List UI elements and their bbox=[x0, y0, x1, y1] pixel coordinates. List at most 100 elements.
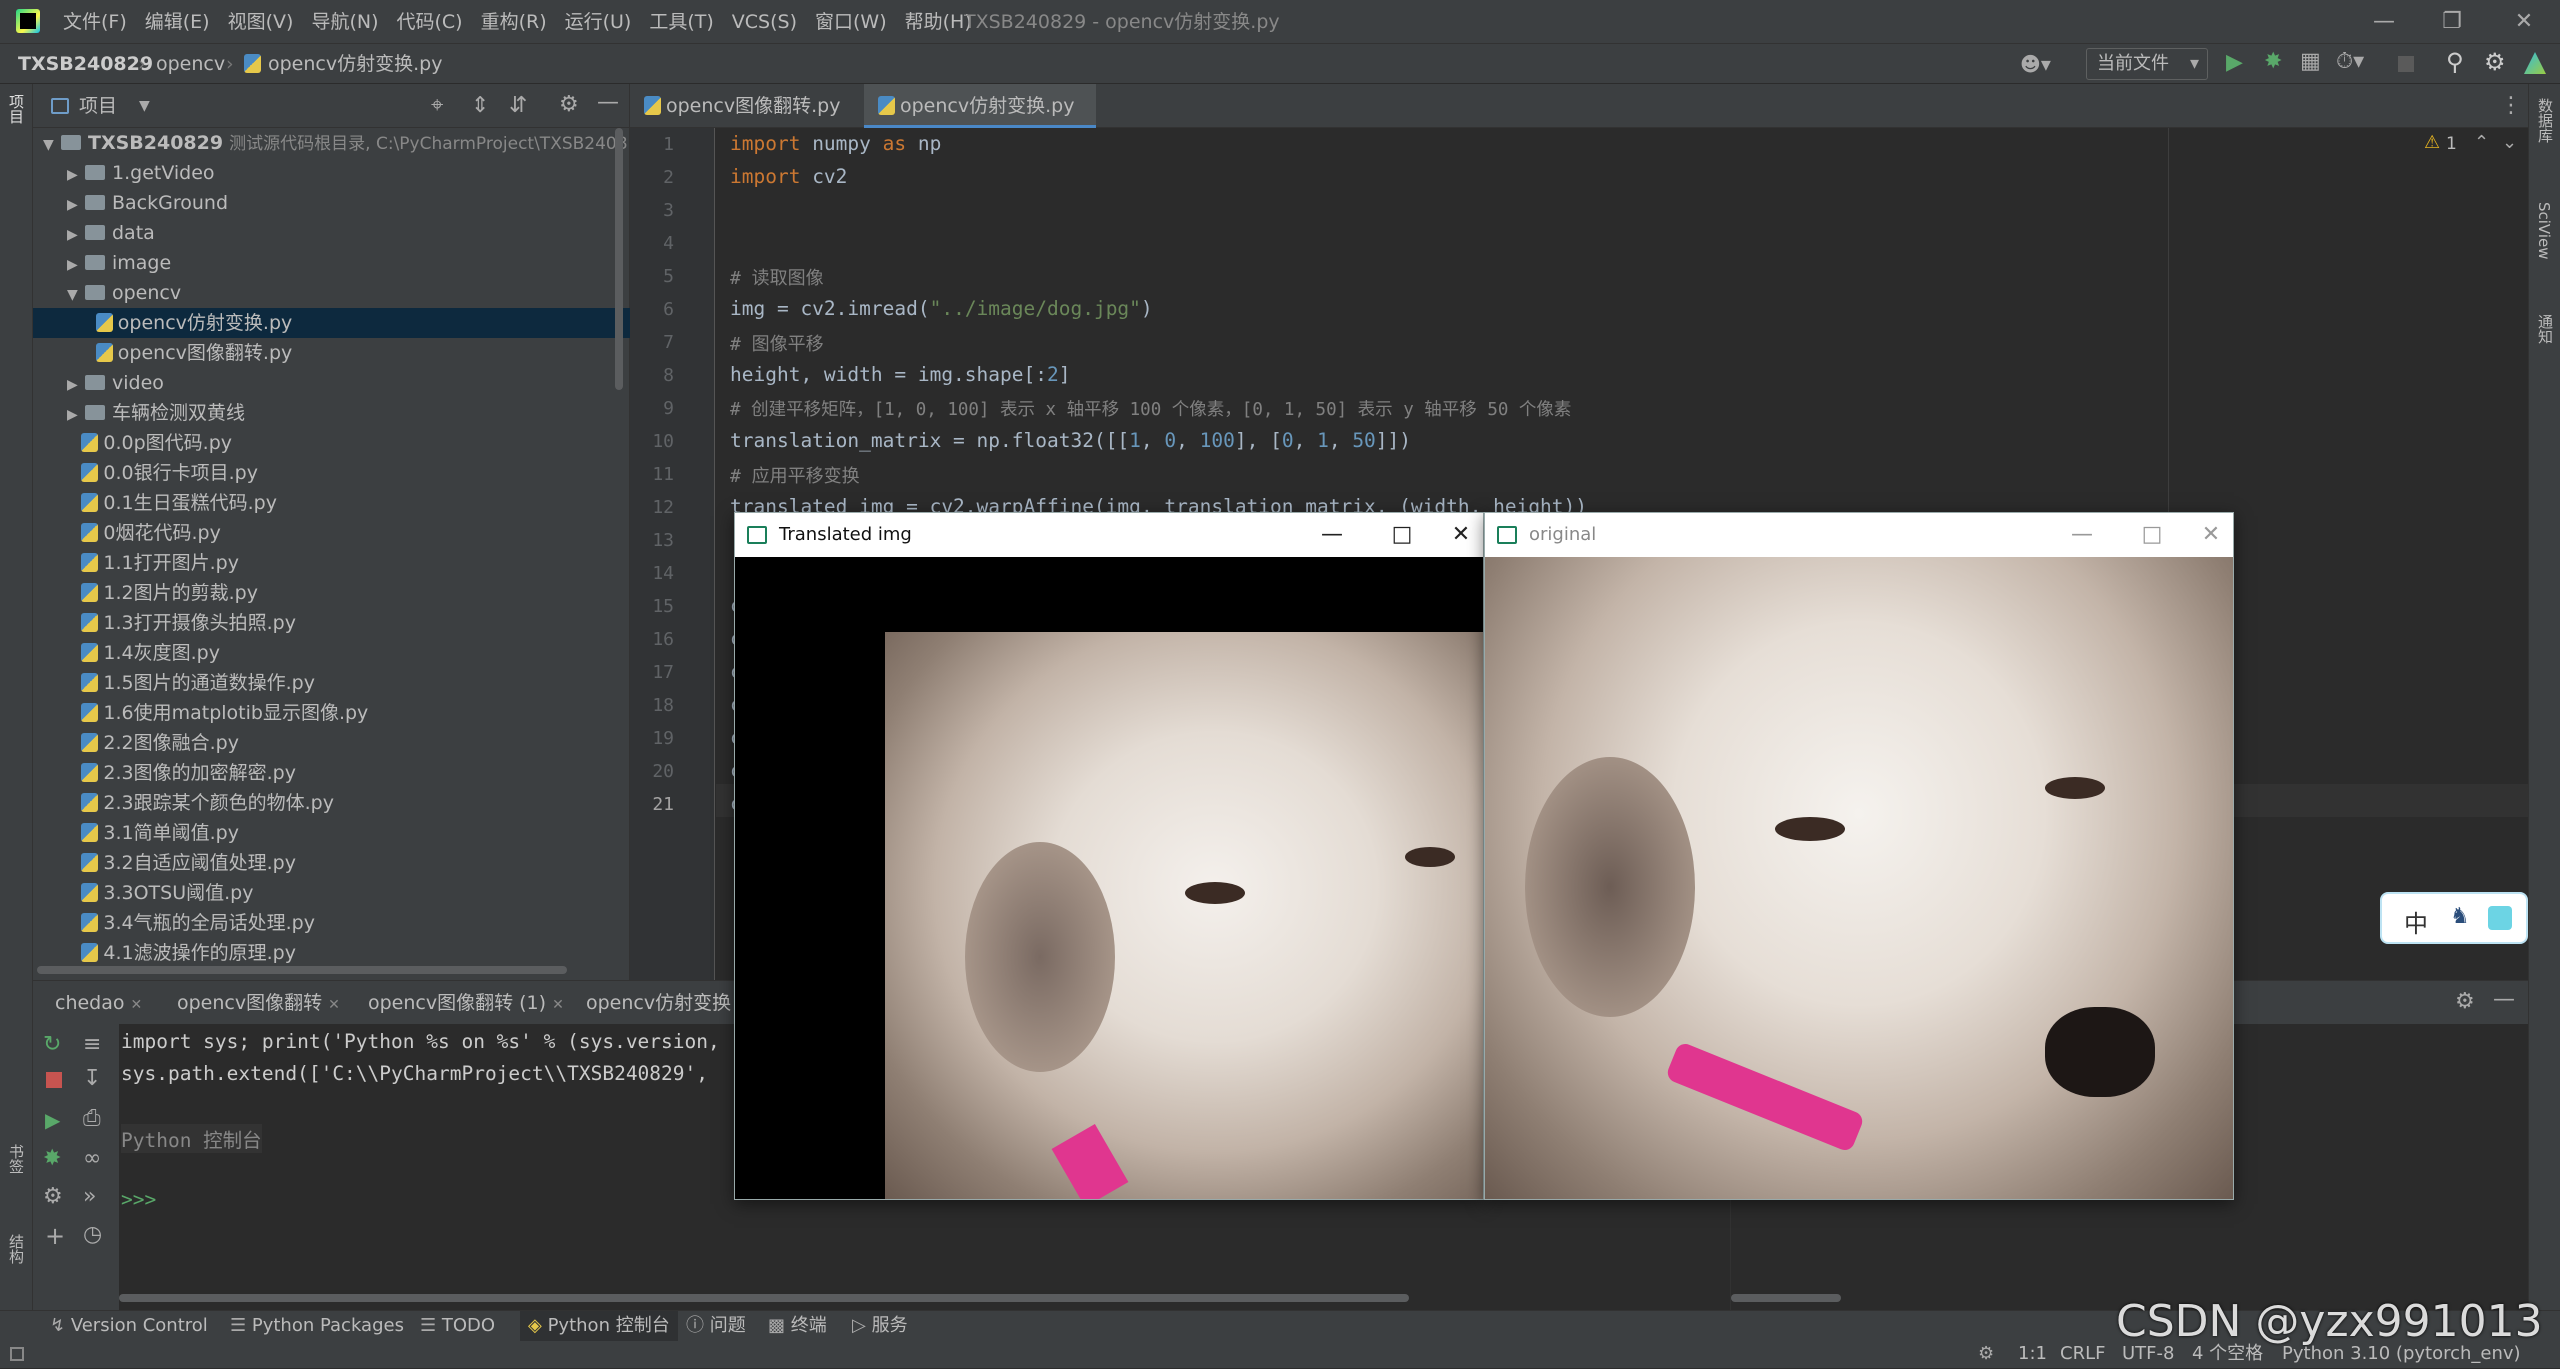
locate-icon[interactable]: ⌖ bbox=[431, 93, 443, 118]
tree-file[interactable]: 3.3OTSU阈值.py bbox=[33, 878, 630, 908]
warning-icon[interactable]: ⚠ bbox=[2424, 132, 2440, 153]
bookmarks-tool-button[interactable]: 书签 bbox=[6, 1144, 27, 1174]
console-prompt[interactable]: >>> bbox=[121, 1188, 156, 1211]
restore-button[interactable]: ❐ bbox=[2418, 0, 2486, 44]
cv-window-titlebar[interactable]: original — □ ✕ bbox=[1485, 513, 2233, 557]
run-config-select[interactable]: 当前文件 ▾ bbox=[2086, 48, 2208, 80]
menu-window[interactable]: 窗口(W) bbox=[806, 0, 896, 44]
gear-icon[interactable]: ⚙ bbox=[1978, 1339, 1994, 1369]
tree-file[interactable]: opencv仿射变换.py bbox=[33, 308, 630, 338]
line-separator[interactable]: CRLF bbox=[2060, 1339, 2105, 1369]
database-tool-button[interactable]: 数据库 bbox=[2535, 98, 2556, 143]
search-icon[interactable]: ⚲ bbox=[2446, 48, 2464, 76]
skin-icon[interactable]: ♞ bbox=[2450, 904, 2470, 929]
menu-vcs[interactable]: VCS(S) bbox=[723, 0, 806, 44]
tree-folder[interactable]: ▶ video bbox=[33, 368, 630, 398]
more-options-icon[interactable]: ⋮ bbox=[2500, 93, 2522, 118]
settings-icon[interactable]: ⚙ bbox=[2455, 989, 2475, 1014]
sciview-tool-button[interactable]: SciView bbox=[2535, 202, 2553, 260]
gear-icon[interactable]: ⚙ bbox=[2484, 48, 2506, 76]
tree-file[interactable]: 3.2自适应阈值处理.py bbox=[33, 848, 630, 878]
soft-wrap-icon[interactable]: ≡ bbox=[83, 1032, 101, 1057]
tree-file[interactable]: 4.1滤波操作的原理.py bbox=[33, 938, 630, 968]
user-icon[interactable]: ☻▾ bbox=[2020, 52, 2051, 76]
maximize-button[interactable]: □ bbox=[2117, 513, 2187, 557]
print-icon[interactable]: ⎙ bbox=[83, 1106, 101, 1131]
jetbrains-ai-icon[interactable] bbox=[2524, 52, 2546, 74]
tree-file[interactable]: 1.2图片的剪裁.py bbox=[33, 578, 630, 608]
console-tool-button[interactable]: ◈ Python 控制台 bbox=[520, 1311, 678, 1341]
tree-folder[interactable]: ▶ data bbox=[33, 218, 630, 248]
tab-opencv-affine[interactable]: opencv仿射变换.py ✕ bbox=[864, 84, 1096, 160]
breadcrumb-folder[interactable]: opencv bbox=[156, 44, 225, 84]
tree-scrollbar[interactable] bbox=[615, 128, 623, 390]
tree-hscrollbar[interactable] bbox=[37, 966, 567, 974]
close-icon[interactable]: ✕ bbox=[328, 997, 340, 1013]
project-tool-button[interactable]: 项目 bbox=[6, 94, 27, 124]
chevron-down-icon[interactable]: ▼ bbox=[139, 84, 150, 128]
chevron-right-icon[interactable]: ▶ bbox=[67, 190, 85, 220]
notifications-tool-button[interactable]: 通知 bbox=[2535, 314, 2556, 344]
tree-file[interactable]: 1.5图片的通道数操作.py bbox=[33, 668, 630, 698]
run-icon[interactable]: ▶ bbox=[2226, 50, 2243, 75]
chevron-right-icon[interactable]: ▶ bbox=[67, 370, 85, 400]
cv-window-titlebar[interactable]: Translated img — □ ✕ bbox=[735, 513, 1483, 557]
tree-file[interactable]: 2.3跟踪某个颜色的物体.py bbox=[33, 788, 630, 818]
tab-opencv-flip-1[interactable]: opencv图像翻转 (1) ✕ bbox=[368, 981, 564, 1027]
gear-icon[interactable]: ⚙ bbox=[43, 1184, 63, 1209]
stop-icon[interactable] bbox=[46, 1072, 62, 1088]
expand-all-icon[interactable]: ⇕ bbox=[471, 93, 489, 118]
ime-settings-icon[interactable] bbox=[2488, 906, 2512, 930]
chevron-right-icon[interactable]: ▶ bbox=[67, 400, 85, 430]
clock-icon[interactable]: ◷ bbox=[83, 1222, 102, 1247]
tree-file[interactable]: 3.1简单阈值.py bbox=[33, 818, 630, 848]
tree-file[interactable]: 0烟花代码.py bbox=[33, 518, 630, 548]
view-variables-icon[interactable]: ∞ bbox=[83, 1146, 101, 1171]
tree-file[interactable]: 0.0银行卡项目.py bbox=[33, 458, 630, 488]
breadcrumb-project[interactable]: TXSB240829 bbox=[18, 44, 153, 84]
run-icon[interactable]: ▶ bbox=[45, 1108, 60, 1132]
tree-file[interactable]: opencv图像翻转.py bbox=[33, 338, 630, 368]
tab-opencv-flip[interactable]: opencv图像翻转.py bbox=[630, 84, 862, 128]
menu-refactor[interactable]: 重构(R) bbox=[472, 0, 556, 44]
structure-tool-button[interactable]: 结构 bbox=[6, 1234, 27, 1264]
project-panel-title[interactable]: 项目 bbox=[79, 84, 117, 128]
menu-file[interactable]: 文件(F) bbox=[54, 0, 136, 44]
chevron-right-icon[interactable]: ▶ bbox=[67, 250, 85, 280]
tree-file[interactable]: 3.4气瓶的全局话处理.py bbox=[33, 908, 630, 938]
add-icon[interactable]: + bbox=[45, 1222, 65, 1250]
tree-folder[interactable]: ▼ opencv bbox=[33, 278, 630, 308]
tree-file[interactable]: 0.1生日蛋糕代码.py bbox=[33, 488, 630, 518]
vars-hscrollbar[interactable] bbox=[1731, 1294, 1841, 1302]
close-button[interactable]: ✕ bbox=[2490, 0, 2558, 44]
hide-icon[interactable]: — bbox=[597, 90, 619, 115]
ime-mode[interactable]: 中 bbox=[2404, 904, 2428, 939]
services-tool-button[interactable]: ▷ 服务 bbox=[852, 1311, 908, 1341]
todo-tool-button[interactable]: ☰ TODO bbox=[420, 1311, 495, 1341]
tab-opencv-affine[interactable]: opencv仿射变换 bbox=[586, 981, 731, 1025]
ime-toolbar[interactable]: 中 ♞ bbox=[2380, 892, 2528, 944]
chevron-down-icon[interactable]: ▼ bbox=[43, 130, 61, 160]
vcs-tool-button[interactable]: ↯ Version Control bbox=[50, 1311, 208, 1341]
collapse-all-icon[interactable]: ⇵ bbox=[509, 93, 527, 118]
tree-file[interactable]: 1.6使用matplotib显示图像.py bbox=[33, 698, 630, 728]
chevron-down-icon[interactable]: ▼ bbox=[67, 280, 85, 310]
tree-folder[interactable]: ▶ BackGround bbox=[33, 188, 630, 218]
chevron-down-icon[interactable]: ⌄ bbox=[2502, 132, 2517, 153]
minimize-button[interactable]: — bbox=[1297, 513, 1367, 557]
close-button[interactable]: ✕ bbox=[2187, 513, 2235, 557]
tree-root[interactable]: ▼ TXSB240829 测试源代码根目录, C:\PyCharmProject\… bbox=[33, 128, 630, 158]
settings-icon[interactable]: ⚙ bbox=[559, 92, 579, 117]
chevron-right-icon[interactable]: ▶ bbox=[67, 160, 85, 190]
tree-file[interactable]: 1.4灰度图.py bbox=[33, 638, 630, 668]
menu-tools[interactable]: 工具(T) bbox=[640, 0, 722, 44]
debug-icon[interactable]: ✸ bbox=[43, 1146, 61, 1171]
layout-icon[interactable] bbox=[10, 1347, 24, 1361]
scroll-end-icon[interactable]: ↧ bbox=[83, 1066, 101, 1091]
minimize-button[interactable]: — bbox=[2047, 513, 2117, 557]
debug-icon[interactable]: ✸ bbox=[2264, 49, 2282, 74]
tree-folder[interactable]: ▶ 1.getVideo bbox=[33, 158, 630, 188]
menu-navigate[interactable]: 导航(N) bbox=[302, 0, 387, 44]
breadcrumb-file[interactable]: opencv仿射变换.py bbox=[268, 44, 442, 84]
chevron-up-icon[interactable]: ⌃ bbox=[2474, 132, 2489, 153]
